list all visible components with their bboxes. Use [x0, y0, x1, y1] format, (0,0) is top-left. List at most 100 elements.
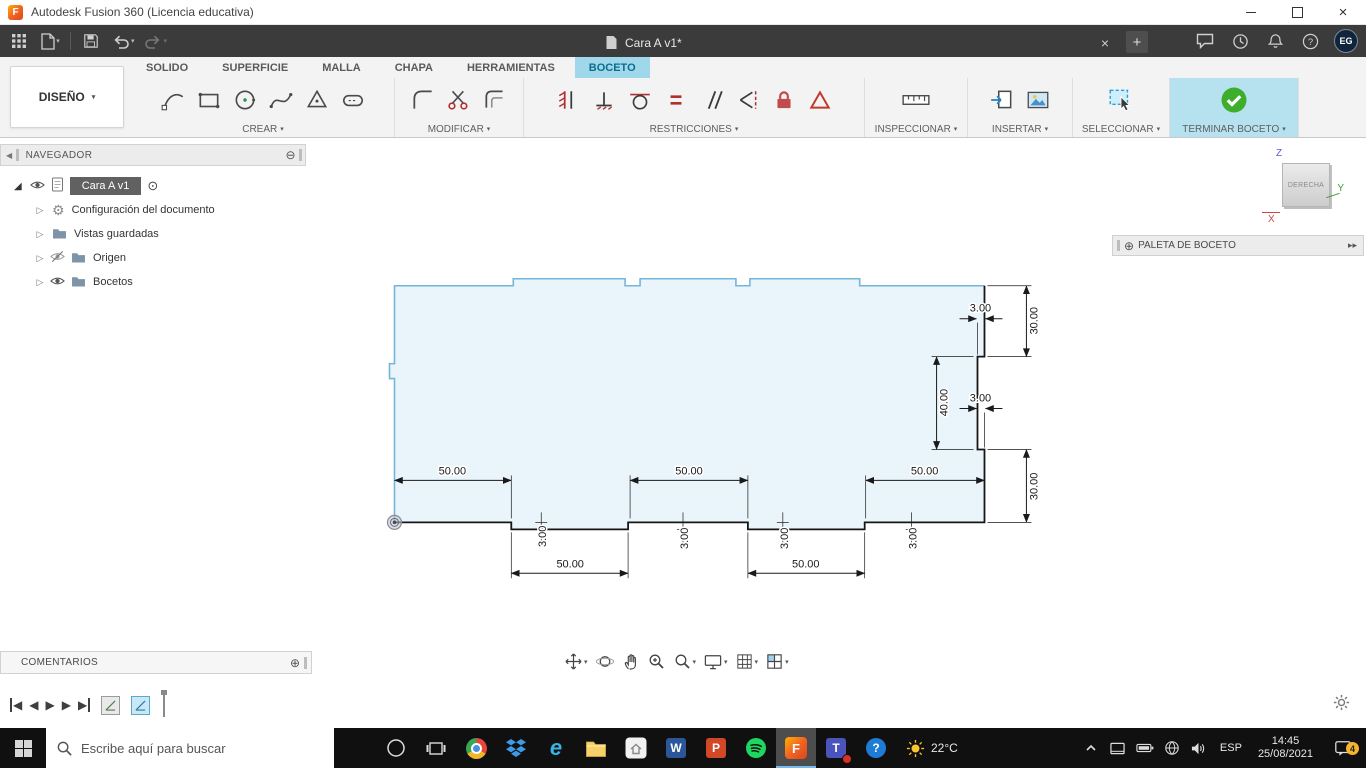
chevron-right-icon[interactable]: ▷ — [34, 205, 46, 216]
chevron-right-icon[interactable]: ▷ — [34, 229, 46, 240]
line-tool-icon[interactable] — [156, 82, 190, 118]
visibility-eye-icon[interactable] — [50, 275, 65, 290]
fillet-tool-icon[interactable] — [406, 82, 440, 118]
rectangle-tool-icon[interactable] — [192, 82, 226, 118]
close-tab-icon[interactable]: × — [1101, 35, 1109, 51]
file-menu-button[interactable]: ▾ — [39, 29, 61, 53]
comments-panel-bar[interactable]: COMENTARIOS ⊕ — [0, 651, 312, 674]
tree-item-bocetos[interactable]: ▷ Bocetos — [0, 270, 306, 294]
expand-triangle-icon[interactable]: ◢ — [14, 181, 22, 192]
edge-icon[interactable]: e — [536, 728, 576, 768]
insert-tool-icon[interactable] — [985, 82, 1019, 118]
viewcube[interactable]: Z DERECHA Y X — [1262, 148, 1344, 225]
pan-hand-icon[interactable] — [620, 651, 642, 672]
dimension-label[interactable]: 30.00 — [1027, 471, 1042, 501]
activate-radio-icon[interactable]: ⊙ — [147, 178, 158, 194]
panel-drag-handle[interactable] — [15, 149, 19, 161]
step-back-button[interactable]: ◀ — [29, 698, 38, 712]
dimension-label[interactable]: 50.00 — [555, 557, 585, 572]
select-tool-icon[interactable] — [1104, 82, 1138, 118]
navigator-header[interactable]: ◀ NAVEGADOR ⊖ — [0, 144, 306, 166]
dimension-label[interactable]: 3.00 — [906, 526, 921, 550]
fusion-360-taskbar-icon[interactable]: F — [776, 728, 816, 768]
tangent-constraint-icon[interactable] — [623, 82, 657, 118]
save-button[interactable] — [80, 29, 102, 53]
dimension-label[interactable]: 30.00 — [1027, 305, 1042, 335]
start-button[interactable] — [0, 728, 46, 768]
notifications-bell-icon[interactable] — [1264, 29, 1286, 53]
tree-item-configuracion[interactable]: ▷ ⚙ Configuración del documento — [0, 198, 306, 222]
tab-chapa[interactable]: CHAPA — [381, 57, 447, 78]
spotify-icon[interactable] — [736, 728, 776, 768]
volume-icon[interactable] — [1190, 741, 1208, 756]
group-label-crear[interactable]: CREAR ▾ — [132, 121, 394, 137]
tab-boceto[interactable]: BOCETO — [574, 57, 650, 78]
play-button[interactable]: ▶ — [45, 698, 54, 712]
trim-tool-icon[interactable] — [442, 82, 476, 118]
coincident-constraint-icon[interactable] — [551, 82, 585, 118]
app-grid-icon[interactable] — [8, 29, 30, 53]
orbit-tool-icon[interactable] — [593, 651, 617, 672]
equal-constraint-icon[interactable] — [659, 82, 693, 118]
measure-tool-icon[interactable] — [899, 82, 933, 118]
dimension-label[interactable]: 3.00 — [677, 526, 692, 550]
active-document-node[interactable]: Cara A v1 — [69, 177, 142, 195]
spline-tool-icon[interactable] — [264, 82, 298, 118]
chrome-icon[interactable] — [456, 728, 496, 768]
grid-settings-icon[interactable]: ▾ — [733, 651, 761, 672]
sketch-origin-point[interactable] — [386, 514, 403, 530]
dimension-label[interactable]: 50.00 — [791, 557, 821, 572]
step-forward-button[interactable]: ▶ — [62, 698, 71, 712]
dimension-label[interactable]: 3.00 — [968, 301, 992, 316]
minimize-button[interactable] — [1228, 0, 1274, 24]
group-label-insertar[interactable]: INSERTAR ▾ — [968, 121, 1072, 137]
taskbar-search[interactable]: Escribe aquí para buscar — [46, 728, 334, 768]
circle-tool-icon[interactable] — [228, 82, 262, 118]
dimension-label[interactable]: 50.00 — [674, 464, 704, 479]
help-app-icon[interactable]: ? — [856, 728, 896, 768]
group-label-restricciones[interactable]: RESTRICCIONES ▾ — [524, 121, 864, 137]
pan-tool-icon[interactable]: ▾ — [562, 651, 590, 672]
offset-tool-icon[interactable] — [478, 82, 512, 118]
parallel-constraint-icon[interactable] — [695, 82, 729, 118]
restore-button[interactable] — [1274, 0, 1320, 24]
dimension-label[interactable]: 3.00 — [536, 524, 551, 548]
insert-image-icon[interactable] — [1021, 82, 1055, 118]
user-avatar[interactable]: EG — [1334, 29, 1358, 53]
zoom-window-icon[interactable]: ▾ — [671, 651, 699, 672]
tree-item-origen[interactable]: ▷ Origen — [0, 246, 306, 270]
dropbox-icon[interactable] — [496, 728, 536, 768]
sketch-profile-fill[interactable] — [389, 278, 985, 530]
modeling-canvas[interactable]: 50.00 50.00 50.00 50.00 50.00 3.00 3.00 … — [0, 138, 1366, 728]
powerpoint-icon[interactable]: P — [696, 728, 736, 768]
chevron-right-icon[interactable]: ▷ — [34, 253, 46, 264]
group-label-modificar[interactable]: MODIFICAR ▾ — [395, 121, 523, 137]
go-to-end-button[interactable]: ▶ — [78, 698, 91, 712]
panel-drag-handle[interactable] — [304, 656, 307, 669]
panel-drag-handle[interactable] — [299, 149, 302, 161]
redo-button[interactable]: ▾ — [144, 29, 167, 53]
go-to-start-button[interactable]: ◀ — [10, 698, 22, 712]
tray-chevron-up-icon[interactable] — [1082, 742, 1100, 754]
dimension-label[interactable]: 3.00 — [777, 526, 792, 550]
new-tab-button[interactable]: + — [1126, 31, 1148, 53]
zoom-fit-icon[interactable] — [645, 651, 668, 672]
visibility-off-eye-icon[interactable] — [50, 250, 65, 266]
dimension-label[interactable]: 40.00 — [937, 387, 952, 417]
help-icon[interactable]: ? — [1299, 29, 1321, 53]
dimension-label[interactable]: 3.00 — [968, 391, 992, 406]
vertical-horizontal-constraint-icon[interactable] — [587, 82, 621, 118]
undo-button[interactable]: ▾ — [111, 29, 135, 53]
close-button[interactable]: × — [1320, 0, 1366, 24]
polygon-tool-icon[interactable] — [300, 82, 334, 118]
plus-circle-icon[interactable]: ⊕ — [1124, 239, 1134, 253]
dimension-label[interactable]: 50.00 — [437, 464, 467, 479]
home-app-icon[interactable] — [616, 728, 656, 768]
action-center-button[interactable]: 4 — [1326, 739, 1360, 757]
tree-root-row[interactable]: ◢ Cara A v1 ⊙ — [0, 174, 306, 198]
timeline-feature-sketch-selected[interactable] — [131, 695, 151, 715]
finish-sketch-icon[interactable] — [1217, 82, 1251, 118]
tab-herramientas[interactable]: HERRAMIENTAS — [453, 57, 569, 78]
feedback-comment-icon[interactable] — [1194, 29, 1216, 53]
tab-malla[interactable]: MALLA — [308, 57, 375, 78]
